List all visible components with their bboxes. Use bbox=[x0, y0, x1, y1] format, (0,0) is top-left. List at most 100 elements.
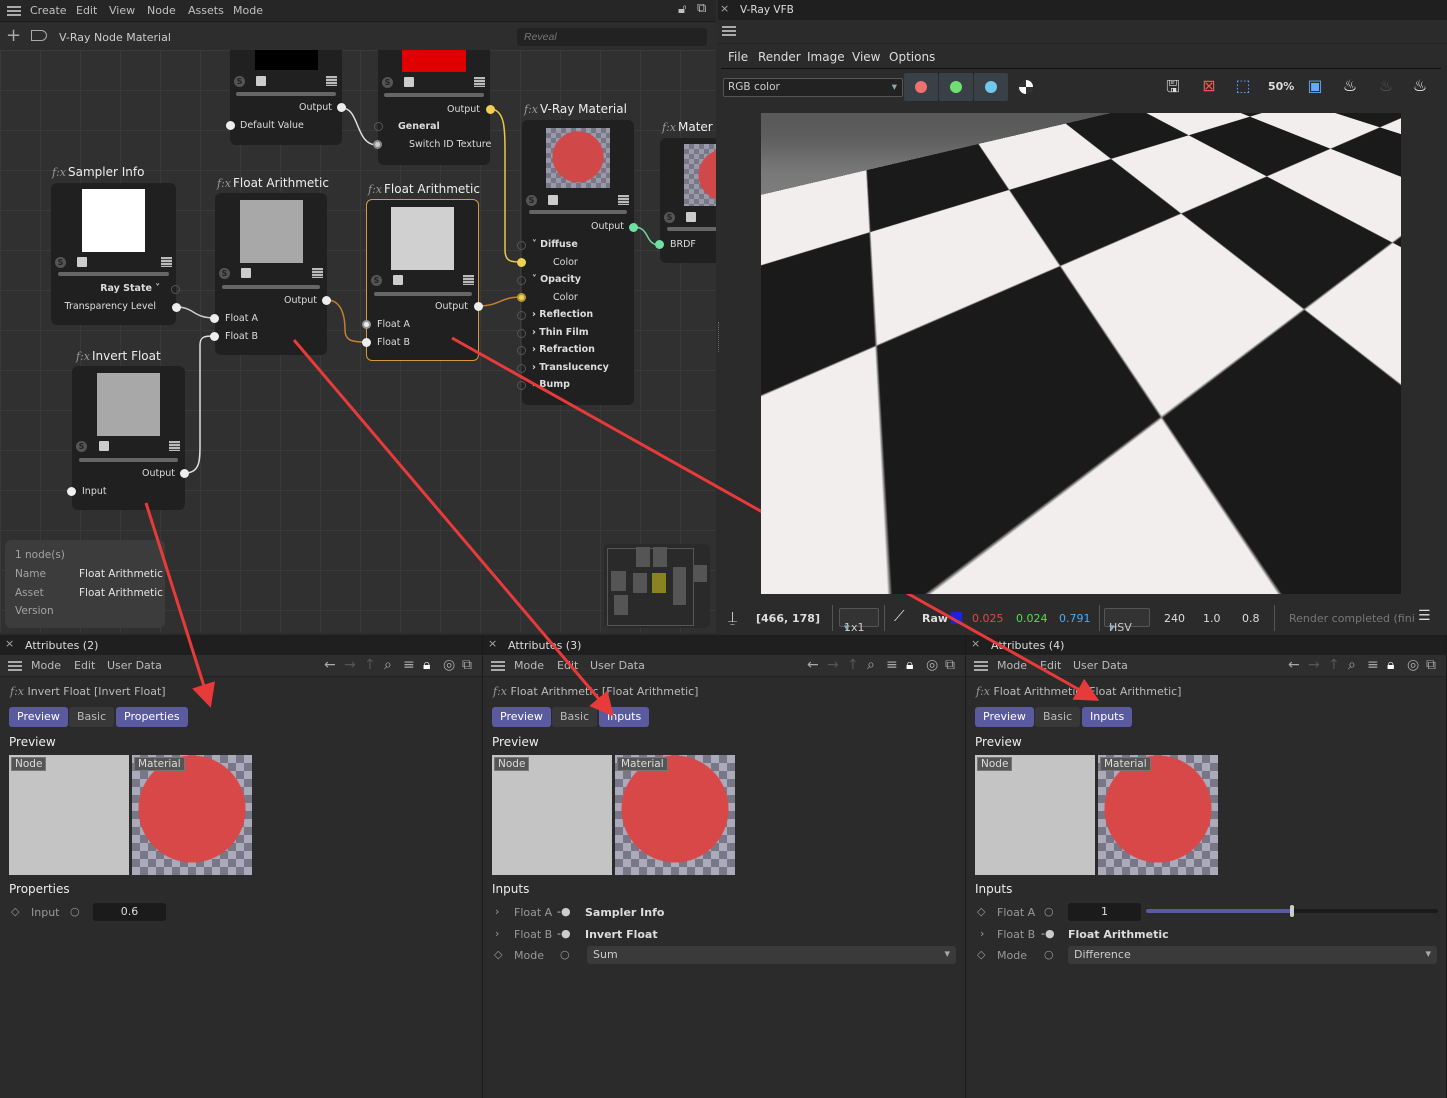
close-icon[interactable]: × bbox=[5, 637, 14, 650]
image-icon[interactable] bbox=[686, 212, 696, 222]
vfb-menu-options[interactable]: Options bbox=[889, 50, 935, 64]
vfb-menu-view[interactable]: View bbox=[852, 50, 880, 64]
image-icon[interactable] bbox=[241, 268, 251, 278]
menu-view[interactable]: View bbox=[109, 4, 135, 17]
image-icon[interactable] bbox=[393, 275, 403, 285]
tab-preview[interactable]: Preview bbox=[492, 707, 551, 727]
port[interactable] bbox=[517, 276, 526, 285]
menu-edit[interactable]: Edit bbox=[74, 659, 95, 672]
close-icon[interactable]: × bbox=[720, 2, 729, 15]
input-port[interactable] bbox=[67, 487, 76, 496]
colorspace-select[interactable]: HSV ▾ bbox=[1104, 608, 1150, 634]
output-port[interactable] bbox=[180, 469, 189, 478]
close-icon[interactable]: × bbox=[488, 637, 497, 650]
port-thin-film[interactable]: Thin Film bbox=[539, 327, 588, 338]
fit-icon[interactable]: ▣ bbox=[1304, 76, 1326, 98]
input-port[interactable] bbox=[226, 121, 235, 130]
tab-properties[interactable]: Properties bbox=[116, 707, 188, 727]
solo-icon[interactable]: S bbox=[526, 195, 537, 206]
port-icon[interactable]: ○ bbox=[1044, 905, 1054, 918]
output-port[interactable] bbox=[629, 223, 638, 232]
connected-port-icon[interactable]: -● bbox=[1041, 927, 1055, 940]
hamburger-icon[interactable] bbox=[7, 6, 21, 16]
pin-icon[interactable]: ⍊ bbox=[728, 608, 737, 626]
keyframe-icon[interactable]: ◇ bbox=[977, 905, 985, 918]
list-icon[interactable] bbox=[161, 257, 172, 267]
input-value-field[interactable]: 0.6 bbox=[93, 903, 166, 921]
port-icon[interactable]: ○ bbox=[70, 905, 80, 918]
solo-icon[interactable]: S bbox=[219, 268, 230, 279]
target-icon[interactable]: ◎ bbox=[926, 657, 938, 673]
solo-icon[interactable]: S bbox=[664, 212, 675, 223]
list-icon[interactable] bbox=[312, 268, 323, 278]
add-icon[interactable]: + bbox=[6, 25, 21, 46]
node-vray-material[interactable]: S Output ˅ Diffuse Color ˅ Opacity Color… bbox=[517, 120, 638, 405]
render-image[interactable] bbox=[761, 113, 1401, 594]
breadcrumb[interactable]: V-Ray Node Material bbox=[59, 31, 171, 44]
port-opacity[interactable]: Opacity bbox=[540, 274, 581, 285]
mode-select[interactable]: Sum bbox=[587, 946, 956, 964]
node-sampler-info[interactable]: S Ray State ˅ Transparency Level bbox=[51, 183, 181, 325]
expand-icon[interactable]: › bbox=[980, 927, 984, 940]
port[interactable] bbox=[517, 241, 526, 250]
solo-icon[interactable]: S bbox=[76, 441, 87, 452]
port-translucency[interactable]: Translucency bbox=[539, 362, 609, 373]
keyframe-icon[interactable]: ◇ bbox=[494, 948, 502, 961]
input-port[interactable] bbox=[374, 122, 383, 131]
filter-icon[interactable]: ≡ bbox=[886, 657, 898, 673]
list-icon[interactable] bbox=[326, 76, 337, 86]
back-icon[interactable]: ← bbox=[1288, 657, 1300, 673]
node-top-b[interactable]: S Output General Switch ID Texture bbox=[373, 50, 495, 165]
expand-icon[interactable]: › bbox=[495, 927, 499, 940]
vfb-menu-render[interactable]: Render bbox=[758, 50, 801, 64]
tab-basic[interactable]: Basic bbox=[552, 707, 598, 727]
menu-mode[interactable]: Mode bbox=[514, 659, 544, 672]
menu-mode[interactable]: Mode bbox=[997, 659, 1027, 672]
solo-icon[interactable]: S bbox=[234, 76, 245, 87]
port-refraction[interactable]: Refraction bbox=[539, 344, 595, 355]
connected-port-icon[interactable]: -● bbox=[557, 905, 571, 918]
input-port[interactable] bbox=[210, 332, 219, 341]
input-port[interactable] bbox=[362, 320, 371, 329]
region-render-icon[interactable]: ⬚ bbox=[1232, 76, 1254, 98]
log-icon[interactable]: ☰ bbox=[1418, 608, 1431, 624]
expand-icon[interactable]: › bbox=[495, 905, 499, 918]
list-icon[interactable] bbox=[463, 275, 474, 285]
solo-icon[interactable]: S bbox=[382, 77, 393, 88]
input-port[interactable] bbox=[373, 140, 382, 149]
port-icon[interactable]: ○ bbox=[1044, 948, 1054, 961]
connected-node-name[interactable]: Float Arithmetic bbox=[1068, 928, 1169, 941]
popout-icon[interactable]: ⧉ bbox=[945, 657, 955, 673]
popout-icon[interactable]: ⧉ bbox=[462, 657, 472, 673]
lock-icon[interactable]: 🔒︎ bbox=[1387, 657, 1394, 673]
menu-user-data[interactable]: User Data bbox=[590, 659, 645, 672]
zoom-50-icon[interactable]: 50% bbox=[1268, 80, 1294, 102]
menu-mode[interactable]: Mode bbox=[233, 4, 263, 17]
green-channel-toggle[interactable] bbox=[939, 73, 973, 101]
input-port[interactable] bbox=[655, 240, 664, 249]
image-icon[interactable] bbox=[99, 441, 109, 451]
popout-icon[interactable]: ⧉ bbox=[1426, 657, 1436, 673]
slider-handle[interactable] bbox=[1290, 905, 1294, 917]
vfb-menu-file[interactable]: File bbox=[728, 50, 748, 64]
port-group-ray-state[interactable]: Ray State ˅ bbox=[100, 283, 160, 294]
tab-basic[interactable]: Basic bbox=[1035, 707, 1081, 727]
connected-node-name[interactable]: Invert Float bbox=[585, 928, 658, 941]
output-port[interactable] bbox=[322, 296, 331, 305]
image-icon[interactable] bbox=[77, 257, 87, 267]
filter-icon[interactable]: ≡ bbox=[403, 657, 415, 673]
close-icon[interactable]: × bbox=[971, 637, 980, 650]
output-port[interactable] bbox=[486, 105, 495, 114]
keyframe-icon[interactable]: ◇ bbox=[977, 948, 985, 961]
tab-basic[interactable]: Basic bbox=[69, 707, 115, 727]
lock-icon[interactable]: 🔒︎ bbox=[423, 657, 430, 673]
color-mode[interactable]: Raw bbox=[922, 612, 948, 625]
port-group-general[interactable]: General bbox=[398, 121, 440, 132]
port-bump[interactable]: Bump bbox=[539, 379, 570, 390]
tab-preview[interactable]: Preview bbox=[975, 707, 1034, 727]
hamburger-icon[interactable] bbox=[722, 26, 736, 36]
port[interactable] bbox=[517, 293, 526, 302]
target-icon[interactable]: ◎ bbox=[443, 657, 455, 673]
channel-select[interactable]: RGB color ▾ bbox=[723, 78, 903, 97]
menu-create[interactable]: Create bbox=[30, 4, 67, 17]
